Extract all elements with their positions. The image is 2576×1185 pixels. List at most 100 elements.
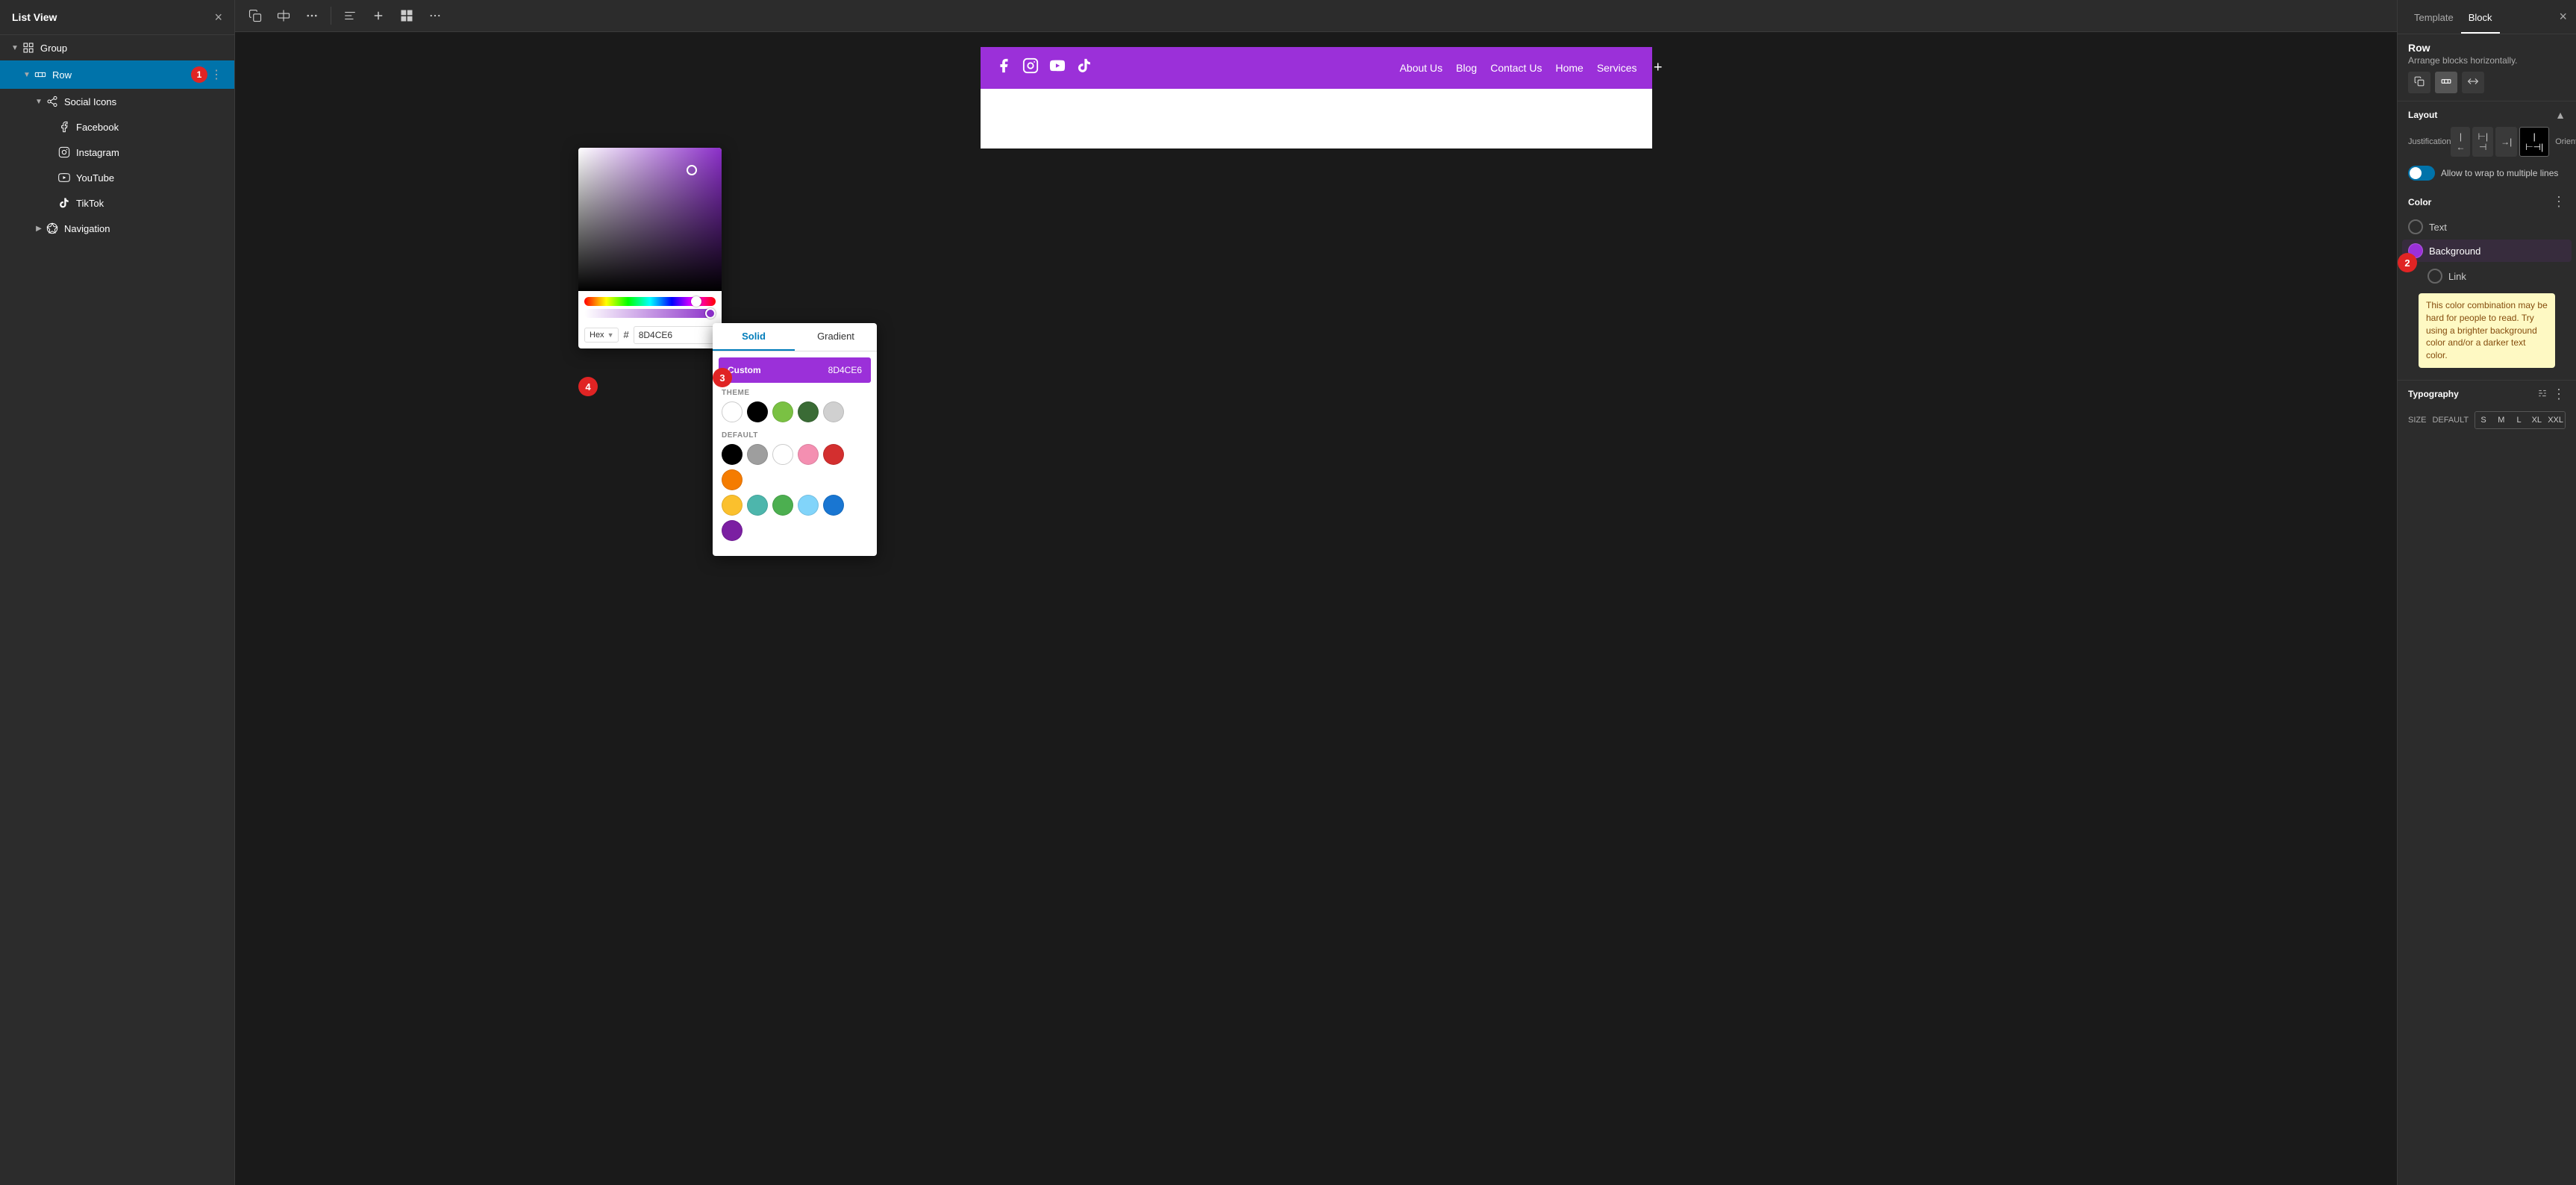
- tiktok-social-icon: [1076, 57, 1092, 78]
- hex-hash: #: [623, 329, 628, 340]
- gradient-tab[interactable]: Gradient: [795, 323, 877, 351]
- size-m-button[interactable]: M: [2493, 412, 2510, 428]
- list-view-title: List View: [12, 11, 57, 23]
- tree-item-tiktok[interactable]: TikTok: [0, 190, 234, 216]
- justify-space-between-button[interactable]: |⊢⊣|: [2519, 127, 2549, 157]
- orientation-label: Orientation: [2555, 137, 2576, 146]
- swatch-green-med[interactable]: [772, 495, 793, 516]
- tree-item-navigation[interactable]: ▶ Navigation: [0, 216, 234, 241]
- color-picker-circle[interactable]: [687, 165, 697, 175]
- swatch-green-dark[interactable]: [798, 401, 819, 422]
- custom-label: Custom: [728, 365, 761, 375]
- tree-item-row[interactable]: ▼ Row 1 ⋮: [0, 60, 234, 89]
- tab-block[interactable]: Block: [2461, 0, 2500, 34]
- duplicate-button[interactable]: [243, 4, 268, 27]
- swatch-gray-mid[interactable]: [747, 444, 768, 465]
- hue-slider[interactable]: [584, 297, 716, 306]
- tiktok-icon: [57, 196, 72, 210]
- alpha-slider[interactable]: [584, 309, 716, 318]
- swatch-gray-light[interactable]: [823, 401, 844, 422]
- nav-home[interactable]: Home: [1555, 62, 1583, 74]
- wrap-label: Allow to wrap to multiple lines: [2441, 168, 2558, 178]
- color-picker-popup: Hex ▼ #: [578, 148, 722, 348]
- swatch-green-bright[interactable]: [772, 401, 793, 422]
- add-block-button[interactable]: [366, 4, 391, 27]
- row-icon: [33, 67, 48, 82]
- align-copy-button[interactable]: [2408, 72, 2430, 93]
- hue-slider-thumb[interactable]: [691, 296, 701, 307]
- more-options-button[interactable]: [422, 4, 448, 27]
- full-width-button[interactable]: [2462, 72, 2484, 93]
- size-l-button[interactable]: L: [2511, 412, 2527, 428]
- instagram-social-icon: [1022, 57, 1039, 78]
- size-s-button[interactable]: S: [2475, 412, 2492, 428]
- canvas-area[interactable]: About Us Blog Contact Us Home Services +: [235, 32, 2397, 1185]
- chevron-down-icon: ▼: [33, 96, 45, 107]
- wrap-toggle[interactable]: [2408, 166, 2435, 181]
- swatch-pink[interactable]: [798, 444, 819, 465]
- color-row-text[interactable]: Text: [2408, 216, 2566, 238]
- block-settings-button[interactable]: [394, 4, 419, 27]
- tree-item-facebook[interactable]: Facebook: [0, 114, 234, 140]
- tree-item-group[interactable]: ▼ Group: [0, 35, 234, 60]
- swatch-yellow[interactable]: [722, 495, 743, 516]
- step-badge-2: 2: [2398, 253, 2417, 272]
- toggle-knob: [2410, 167, 2422, 179]
- close-list-view-button[interactable]: ×: [214, 10, 222, 24]
- justify-left-button[interactable]: |←: [2451, 127, 2470, 157]
- custom-color-row[interactable]: Custom 8D4CE6: [719, 357, 871, 383]
- size-buttons: S M L XL XXL: [2475, 411, 2566, 429]
- block-info-section: Row Arrange blocks horizontally.: [2398, 34, 2576, 101]
- hex-input[interactable]: [634, 326, 722, 344]
- hex-format-dropdown[interactable]: Hex ▼: [584, 328, 619, 343]
- align-center-button[interactable]: [271, 4, 296, 27]
- layout-collapse-button[interactable]: ▲: [2555, 109, 2566, 121]
- add-block-inline-button[interactable]: +: [1654, 60, 1663, 77]
- layout-section: Layout ▲ Justification |← ⊢|⊣ →| |⊢⊣| Or…: [2398, 101, 2576, 188]
- justify-right-button[interactable]: →|: [2495, 127, 2517, 157]
- swatch-white-2[interactable]: [772, 444, 793, 465]
- social-icons-icon: [45, 94, 60, 109]
- tree-item-instagram[interactable]: Instagram: [0, 140, 234, 165]
- typography-section: Typography ⋮ SIZE DEFAULT S M L XL XXL: [2398, 381, 2576, 438]
- swatch-red[interactable]: [823, 444, 844, 465]
- swatch-blue[interactable]: [823, 495, 844, 516]
- color-label: Color: [2408, 197, 2431, 207]
- solid-tab[interactable]: Solid: [713, 323, 795, 351]
- tab-template[interactable]: Template: [2407, 0, 2461, 34]
- main-area: About Us Blog Contact Us Home Services +: [235, 0, 2397, 1185]
- typography-options-button[interactable]: [2537, 388, 2548, 401]
- alpha-slider-thumb[interactable]: [705, 308, 716, 319]
- justification-label: Justification: [2408, 137, 2451, 146]
- color-row-background[interactable]: Background: [2402, 240, 2572, 262]
- theme-section: THEME: [713, 383, 877, 425]
- justification-row: Justification |← ⊢|⊣ →| |⊢⊣| Orientation…: [2398, 124, 2576, 163]
- row-block-button[interactable]: [2435, 72, 2457, 93]
- swatch-light-blue[interactable]: [798, 495, 819, 516]
- nav-services[interactable]: Services: [1597, 62, 1637, 74]
- swatch-orange[interactable]: [722, 469, 743, 490]
- nav-contact[interactable]: Contact Us: [1490, 62, 1542, 74]
- swatch-black-2[interactable]: [722, 444, 743, 465]
- move-button[interactable]: [299, 4, 325, 27]
- swatch-black[interactable]: [747, 401, 768, 422]
- size-xxl-button[interactable]: XXL: [2546, 412, 2565, 428]
- justify-center-button[interactable]: ⊢|⊣: [2472, 127, 2493, 157]
- swatch-purple[interactable]: [722, 520, 743, 541]
- color-gradient-area[interactable]: [578, 148, 722, 291]
- tree-item-social-icons[interactable]: ▼ Social Icons: [0, 89, 234, 114]
- tree-item-youtube[interactable]: YouTube: [0, 165, 234, 190]
- swatch-white[interactable]: [722, 401, 743, 422]
- nav-blog[interactable]: Blog: [1456, 62, 1477, 74]
- swatch-teal[interactable]: [747, 495, 768, 516]
- color-row-link[interactable]: Link: [2427, 265, 2566, 287]
- row-options-button[interactable]: ⋮: [207, 66, 225, 84]
- color-warning-box: This color combination may be hard for p…: [2419, 293, 2555, 368]
- size-xl-button[interactable]: XL: [2528, 412, 2545, 428]
- justification-buttons: |← ⊢|⊣ →| |⊢⊣|: [2451, 127, 2549, 157]
- right-panel-close-button[interactable]: ×: [2559, 9, 2567, 25]
- align-left-button[interactable]: [337, 4, 363, 27]
- nav-about[interactable]: About Us: [1400, 62, 1443, 74]
- color-options-button[interactable]: ⋮: [2552, 194, 2566, 210]
- typography-more-button[interactable]: ⋮: [2552, 387, 2566, 402]
